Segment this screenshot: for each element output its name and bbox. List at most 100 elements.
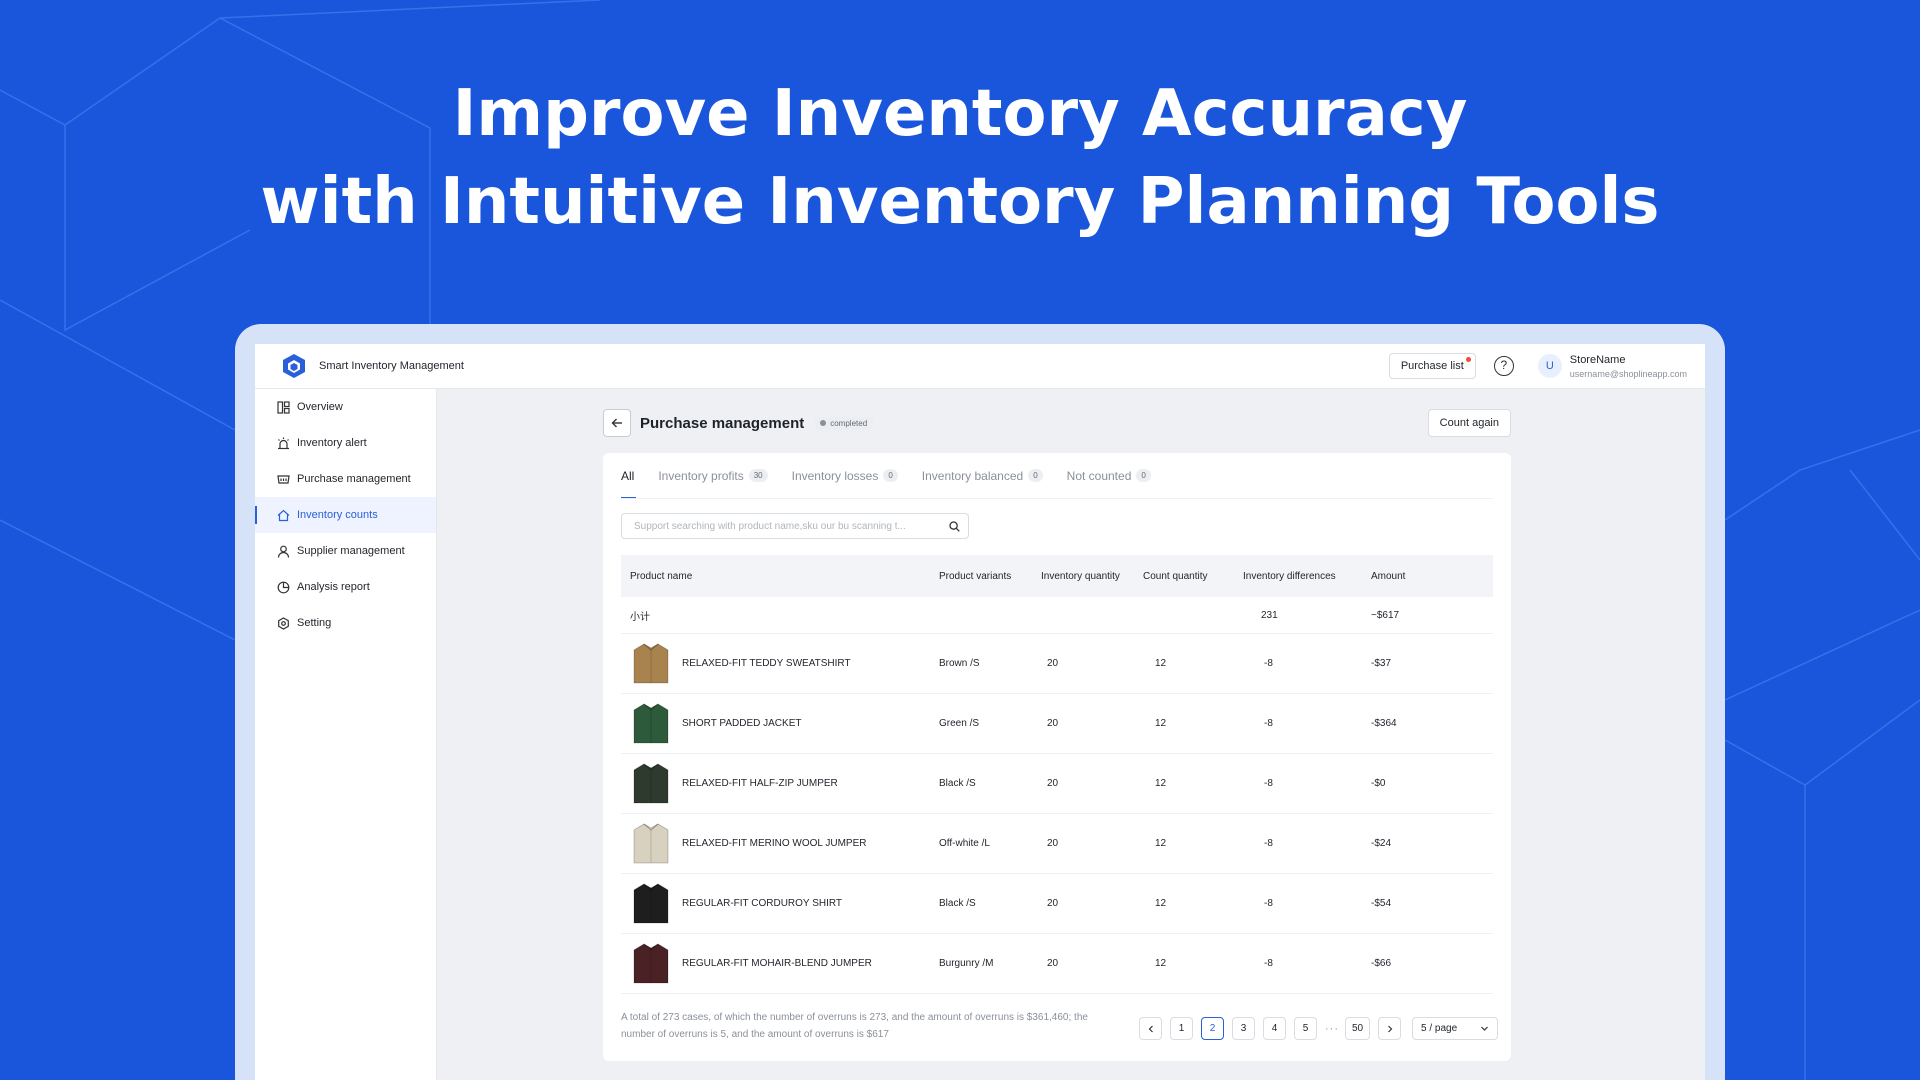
product-cell: SHORT PADDED JACKET: [621, 699, 939, 749]
sidebar-item-inventory-counts[interactable]: Inventory counts: [255, 497, 436, 533]
main-content: Purchase management completed Count agai…: [437, 389, 1705, 1080]
user-info[interactable]: StoreName username@shoplineapp.com: [1570, 354, 1687, 379]
amount: -$0: [1371, 778, 1386, 789]
garment-icon: [633, 883, 669, 923]
product-cell: RELAXED-FIT MERINO WOOL JUMPER: [621, 819, 939, 869]
page-4[interactable]: 4: [1263, 1017, 1286, 1040]
amount: -$24: [1371, 838, 1392, 849]
prev-page-button[interactable]: [1139, 1017, 1162, 1040]
product-cell: REGULAR-FIT MOHAIR-BLEND JUMPER: [621, 939, 939, 989]
app-window: Smart Inventory Management Purchase list…: [255, 344, 1705, 1080]
product-name[interactable]: RELAXED-FIT HALF-ZIP JUMPER: [682, 778, 838, 789]
header-product-variants: Product variants: [939, 570, 1012, 582]
top-bar: Smart Inventory Management Purchase list…: [255, 344, 1705, 389]
product-thumbnail: [630, 699, 672, 749]
product-thumbnail: [630, 639, 672, 689]
tab-bar: All Inventory profits 30 Inventory losses…: [621, 467, 1175, 499]
tab-label: All: [621, 469, 635, 483]
page-title: Purchase management: [640, 414, 805, 432]
notification-dot: [1465, 357, 1471, 362]
status-dot: [820, 420, 827, 426]
product-name[interactable]: REGULAR-FIT MOHAIR-BLEND JUMPER: [682, 958, 872, 969]
pie-chart-icon: [277, 581, 290, 594]
product-cell: REGULAR-FIT CORDUROY SHIRT: [621, 879, 939, 929]
sidebar-item-overview[interactable]: Overview: [255, 389, 436, 425]
table-row[interactable]: REGULAR-FIT MOHAIR-BLEND JUMPER Burgunry …: [621, 934, 1493, 994]
product-variant: Burgunry /M: [939, 958, 994, 969]
status-badge: completed: [814, 416, 875, 430]
product-cell: RELAXED-FIT HALF-ZIP JUMPER: [621, 759, 939, 809]
product-thumbnail: [630, 759, 672, 809]
arrow-left-icon: [611, 418, 622, 428]
next-page-button[interactable]: [1378, 1017, 1401, 1040]
tab-count-badge: 0: [883, 469, 898, 482]
product-name[interactable]: RELAXED-FIT MERINO WOOL JUMPER: [682, 838, 866, 849]
table-row[interactable]: SHORT PADDED JACKET Green /S 20 12 -8 -$364: [621, 694, 1493, 754]
garment-icon: [633, 763, 669, 803]
tab-inventory-balanced[interactable]: Inventory balanced 0: [922, 467, 1043, 499]
inventory-difference: -8: [1264, 718, 1273, 729]
subtotal-amount: −$617: [1371, 609, 1400, 621]
chevron-left-icon: [1148, 1025, 1153, 1032]
page-header: Purchase management completed Count agai…: [603, 408, 1511, 438]
product-name[interactable]: REGULAR-FIT CORDUROY SHIRT: [682, 898, 842, 909]
page-1[interactable]: 1: [1170, 1017, 1193, 1040]
gear-icon: [277, 616, 290, 630]
chevron-down-icon: [1481, 1026, 1488, 1031]
count-quantity: 12: [1155, 718, 1167, 729]
page-last[interactable]: 50: [1345, 1017, 1370, 1040]
table-row[interactable]: RELAXED-FIT MERINO WOOL JUMPER Off-white …: [621, 814, 1493, 874]
page-5[interactable]: 5: [1294, 1017, 1317, 1040]
user-email: username@shoplineapp.com: [1569, 368, 1687, 379]
tab-all[interactable]: All: [621, 467, 637, 499]
purchase-list-button[interactable]: Purchase list: [1388, 353, 1476, 379]
pagination: 1 2 3 4 5 ··· 50 5 / page: [1139, 1017, 1498, 1040]
sidebar-item-label: Inventory alert: [297, 437, 367, 449]
search-icon[interactable]: [949, 520, 960, 532]
count-again-button[interactable]: Count again: [1427, 409, 1511, 437]
header-count-quantity: Count quantity: [1143, 570, 1208, 582]
header-inventory-differences: Inventory differences: [1243, 570, 1336, 582]
purchase-list-label: Purchase list: [1400, 360, 1464, 372]
sidebar-item-supplier-management[interactable]: Supplier management: [255, 533, 436, 569]
home-icon: [277, 509, 290, 522]
question-circle-icon[interactable]: ?: [1493, 356, 1514, 376]
inventory-quantity: 20: [1047, 778, 1059, 789]
sidebar-item-purchase-management[interactable]: Purchase management: [255, 461, 436, 497]
product-variant: Brown /S: [939, 658, 980, 669]
tab-label: Inventory losses: [791, 469, 879, 483]
tab-divider: [621, 498, 1493, 499]
hexagon-cube-icon[interactable]: [281, 353, 307, 379]
page-3[interactable]: 3: [1232, 1017, 1255, 1040]
user-icon: [277, 545, 290, 558]
product-name[interactable]: SHORT PADDED JACKET: [682, 718, 801, 729]
sidebar-item-setting[interactable]: Setting: [255, 605, 436, 641]
table-row[interactable]: REGULAR-FIT CORDUROY SHIRT Black /S 20 12 -8…: [621, 874, 1493, 934]
subtotal-differences: 231: [1261, 609, 1278, 621]
page-size-select[interactable]: 5 / page: [1412, 1017, 1498, 1040]
sidebar-item-analysis-report[interactable]: Analysis report: [255, 569, 436, 605]
inventory-card: All Inventory profits 30 Inventory losses…: [603, 453, 1511, 1061]
search-box[interactable]: [621, 513, 969, 539]
page-2[interactable]: 2: [1201, 1017, 1224, 1040]
header-amount: Amount: [1371, 570, 1406, 582]
tab-inventory-profits[interactable]: Inventory profits 30: [658, 467, 768, 499]
sidebar-item-inventory-alert[interactable]: Inventory alert: [255, 425, 436, 461]
table-row[interactable]: RELAXED-FIT TEDDY SWEATSHIRT Brown /S 20 12…: [621, 634, 1493, 694]
product-variant: Black /S: [939, 778, 976, 789]
tab-inventory-losses[interactable]: Inventory losses 0: [792, 467, 898, 499]
avatar[interactable]: U: [1537, 354, 1562, 378]
table-row[interactable]: RELAXED-FIT HALF-ZIP JUMPER Black /S 20 12 -…: [621, 754, 1493, 814]
search-input[interactable]: [634, 520, 949, 532]
product-cell: RELAXED-FIT TEDDY SWEATSHIRT: [621, 639, 939, 689]
tab-label: Inventory balanced: [921, 469, 1024, 483]
table-body: RELAXED-FIT TEDDY SWEATSHIRT Brown /S 20 12…: [621, 634, 1493, 994]
header-inventory-quantity: Inventory quantity: [1041, 570, 1120, 582]
count-quantity: 12: [1155, 958, 1167, 969]
back-button[interactable]: [603, 409, 631, 437]
tab-not-counted[interactable]: Not counted 0: [1067, 467, 1151, 499]
page-ellipsis[interactable]: ···: [1325, 1023, 1339, 1035]
dashboard-icon: [277, 400, 290, 414]
product-name[interactable]: RELAXED-FIT TEDDY SWEATSHIRT: [682, 658, 851, 669]
inventory-difference: -8: [1264, 958, 1273, 969]
